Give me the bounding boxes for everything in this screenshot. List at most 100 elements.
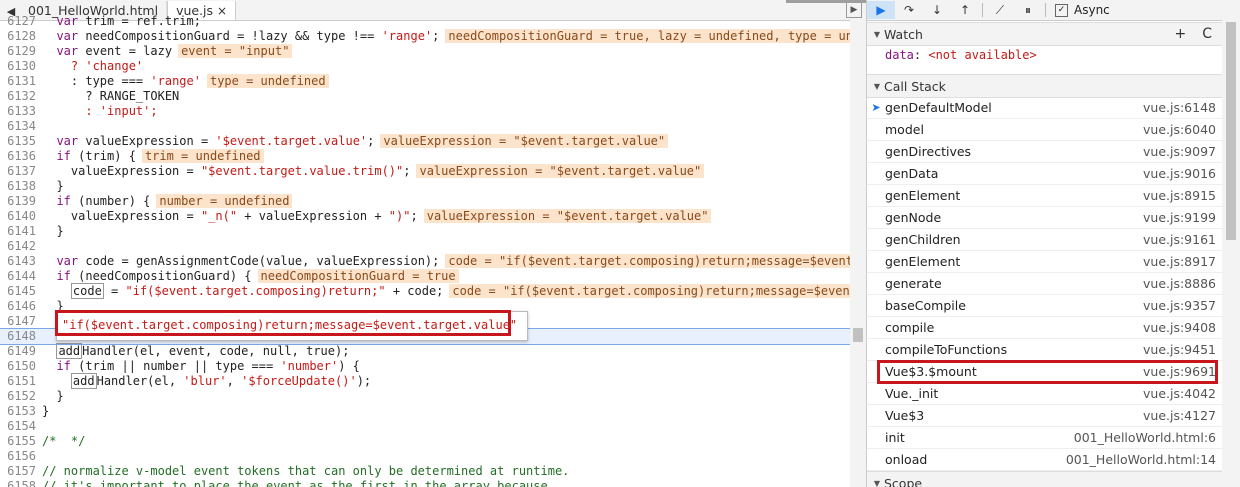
- frame-name: genNode: [885, 210, 942, 225]
- frame-name: compile: [885, 320, 935, 335]
- async-label: Async: [1074, 3, 1110, 17]
- call-frame[interactable]: onload 001_HelloWorld.html:14: [867, 449, 1222, 471]
- scrollbar-thumb[interactable]: [853, 328, 863, 342]
- frame-location[interactable]: vue.js:8917: [1143, 254, 1222, 269]
- hovered-token[interactable]: code: [70, 283, 104, 299]
- code-string: ")": [388, 209, 411, 223]
- deactivate-breakpoints-button[interactable]: ⟋: [986, 1, 1014, 19]
- code-text: if (trim) {: [56, 149, 136, 163]
- line-number: 6151: [7, 374, 36, 388]
- horizontal-scrollbar[interactable]: [786, 0, 866, 3]
- async-checkbox[interactable]: ✓: [1055, 3, 1068, 17]
- call-frame[interactable]: Vue._init vue.js:4042: [867, 383, 1222, 405]
- line-number: 6156: [7, 449, 36, 463]
- call-frame[interactable]: compileToFunctions vue.js:9451: [867, 339, 1222, 361]
- frame-name: genElement: [885, 254, 961, 269]
- inline-value: number = undefined: [156, 194, 293, 208]
- frame-location[interactable]: vue.js:9016: [1143, 166, 1222, 181]
- frame-location[interactable]: vue.js:9357: [1143, 298, 1222, 313]
- sidebar-scrollbar[interactable]: [1222, 20, 1240, 487]
- watch-key: data: [885, 48, 914, 62]
- call-frame[interactable]: compile vue.js:9408: [867, 317, 1222, 339]
- code-text: ;: [403, 164, 411, 178]
- callstack-section-header[interactable]: ▼ Call Stack: [867, 74, 1222, 98]
- code-text: var code = genAssignmentCode(value, valu…: [56, 254, 440, 268]
- expand-triangle-icon: ▼: [873, 29, 881, 39]
- scrollbar-thumb[interactable]: [1226, 22, 1236, 240]
- frame-name: genChildren: [885, 232, 961, 247]
- code-line: 6141 }: [0, 224, 850, 239]
- call-frame[interactable]: genElement vue.js:8917: [867, 251, 1222, 273]
- line-number: 6153: [7, 404, 36, 418]
- code-text: Handler(el, event, code, null, true);: [82, 344, 350, 358]
- frame-location[interactable]: vue.js:8886: [1143, 276, 1222, 291]
- code-view[interactable]: 6127 var trim = ref.trim; 6128 var needC…: [0, 14, 866, 487]
- code-text: if (number) {: [56, 194, 151, 208]
- code-text: var trim = ref.trim;: [56, 14, 201, 28]
- code-line: 6153}: [0, 404, 850, 419]
- frame-location[interactable]: vue.js:9161: [1143, 232, 1222, 247]
- call-frame[interactable]: Vue$3 vue.js:4127: [867, 405, 1222, 427]
- frame-location[interactable]: vue.js:9097: [1143, 144, 1222, 159]
- frame-location[interactable]: vue.js:9408: [1143, 320, 1222, 335]
- frame-name: Vue._init: [885, 386, 939, 401]
- frame-name: genData: [885, 166, 939, 181]
- line-number: 6137: [7, 164, 36, 178]
- code-line: 6130 ? 'change': [0, 59, 850, 74]
- code-line: 6129 var event = lazy event = "input": [0, 44, 850, 59]
- code-line: 6140 valueExpression = "_n(" + valueExpr…: [0, 209, 850, 224]
- call-frame[interactable]: genElement vue.js:8915: [867, 185, 1222, 207]
- frame-location[interactable]: vue.js:9199: [1143, 210, 1222, 225]
- line-number: 6145: [7, 284, 36, 298]
- line-number: 6130: [7, 59, 36, 73]
- call-frame[interactable]: genDirectives vue.js:9097: [867, 141, 1222, 163]
- code-string: "if($event.target.composing)return;": [125, 284, 386, 298]
- frame-location[interactable]: vue.js:4042: [1143, 386, 1222, 401]
- code-string: 'range': [381, 29, 433, 43]
- frame-name: compileToFunctions: [885, 342, 1008, 357]
- call-frame[interactable]: genChildren vue.js:9161: [867, 229, 1222, 251]
- call-frame[interactable]: generate vue.js:8886: [867, 273, 1222, 295]
- frame-location[interactable]: vue.js:9451: [1143, 342, 1222, 357]
- call-frame[interactable]: baseCompile vue.js:9357: [867, 295, 1222, 317]
- frame-location[interactable]: 001_HelloWorld.html:14: [1066, 452, 1222, 467]
- call-frame[interactable]: genNode vue.js:9199: [867, 207, 1222, 229]
- editor-scrollbar[interactable]: [850, 20, 866, 487]
- code-text: var needCompositionGuard = !lazy && type…: [56, 29, 382, 43]
- code-text: ? RANGE_TOKEN: [85, 89, 180, 103]
- code-line: 6138 }: [0, 179, 850, 194]
- add-watch-icon[interactable]: +: [1174, 26, 1186, 42]
- code-line: 6144 if (needCompositionGuard) {needComp…: [0, 269, 850, 284]
- code-line: 6155 /* */: [0, 434, 850, 449]
- frame-name: onload: [885, 452, 928, 467]
- watch-expression[interactable]: data: <not available>: [867, 45, 1240, 65]
- pause-on-exceptions-button[interactable]: ⏸: [1014, 1, 1042, 19]
- code-text: if (needCompositionGuard) {: [56, 269, 252, 283]
- step-over-button[interactable]: ↷: [895, 1, 923, 19]
- frame-location[interactable]: vue.js:8915: [1143, 188, 1222, 203]
- code-line: 6135 var valueExpression = '$event.targe…: [0, 134, 850, 149]
- call-frame[interactable]: genData vue.js:9016: [867, 163, 1222, 185]
- code-comment: // it's important to place the event as …: [42, 479, 548, 487]
- refresh-icon[interactable]: C: [1202, 26, 1212, 42]
- section-title: Scope: [884, 475, 923, 487]
- frame-name: genElement: [885, 188, 961, 203]
- scope-section-header[interactable]: ▼ Scope: [867, 471, 1222, 487]
- line-number: 6138: [7, 179, 36, 193]
- step-out-button[interactable]: ↑: [951, 1, 979, 19]
- call-frame[interactable]: init 001_HelloWorld.html:6: [867, 427, 1222, 449]
- frame-location[interactable]: vue.js:4127: [1143, 408, 1222, 423]
- line-number: 6155: [7, 434, 36, 448]
- code-comment: // normalize v-model event tokens that c…: [42, 464, 570, 478]
- frame-location[interactable]: 001_HelloWorld.html:6: [1074, 430, 1222, 445]
- resume-button[interactable]: ▶: [867, 1, 895, 19]
- call-frame[interactable]: model vue.js:6040: [867, 119, 1222, 141]
- code-line: 6158 // it's important to place the event…: [0, 479, 850, 487]
- inline-value: valueExpression = "$event.target.value": [380, 134, 669, 148]
- step-into-button[interactable]: ↓: [923, 1, 951, 19]
- frame-location[interactable]: vue.js:6148: [1143, 100, 1222, 115]
- call-frame[interactable]: ➤ genDefaultModel vue.js:6148: [867, 97, 1222, 119]
- line-number: 6146: [7, 299, 36, 313]
- frame-location[interactable]: vue.js:6040: [1143, 122, 1222, 137]
- watch-section-header[interactable]: ▼ Watch + C: [867, 22, 1222, 46]
